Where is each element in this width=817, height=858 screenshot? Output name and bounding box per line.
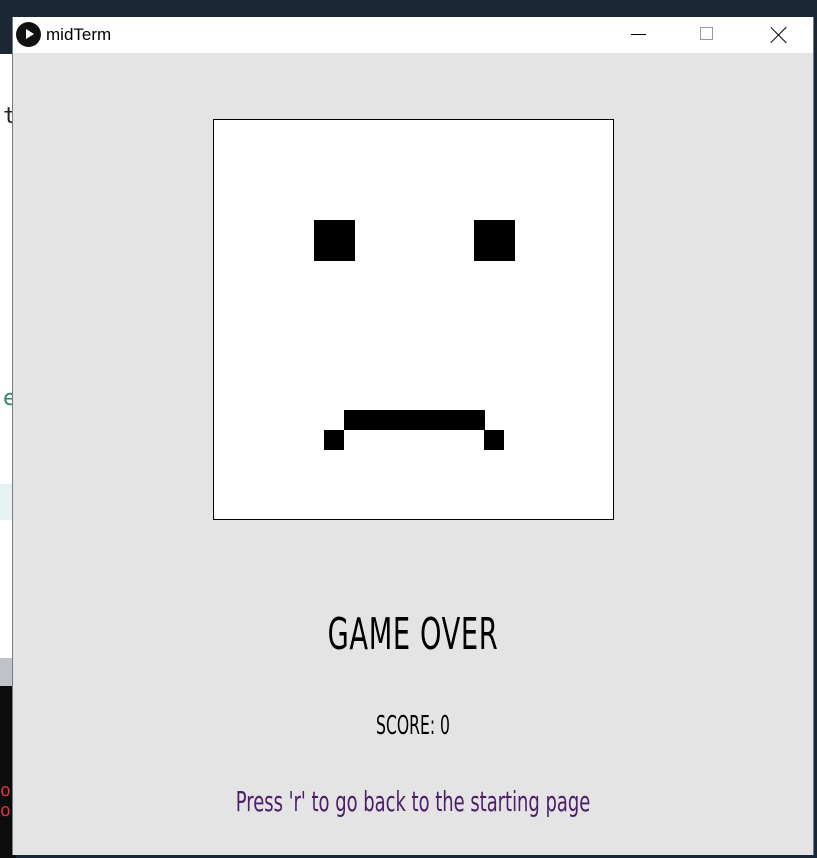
play-icon [16,22,41,47]
close-button[interactable] [756,17,802,53]
mouth-line [344,410,485,430]
sketch-window: midTerm GAME OVER SCORE: 0 Press 'r' to … [12,17,814,855]
mouth-left-corner [324,430,344,450]
close-icon [770,26,788,44]
minimize-button[interactable] [616,17,662,53]
sad-face-panel [213,119,614,520]
left-eye [314,220,355,261]
minimize-icon [631,34,646,35]
game-over-title: GAME OVER [327,609,499,660]
window-title: midTerm [46,25,112,44]
restart-hint: Press 'r' to go back to the starting pag… [235,785,591,818]
console-error-fragment: o [0,800,11,821]
maximize-button[interactable] [685,17,731,53]
mouth-right-corner [484,430,504,450]
score-text: SCORE: 0 [376,711,450,741]
title-bar[interactable]: midTerm [13,17,813,53]
right-eye [474,220,515,261]
maximize-icon [700,27,713,40]
